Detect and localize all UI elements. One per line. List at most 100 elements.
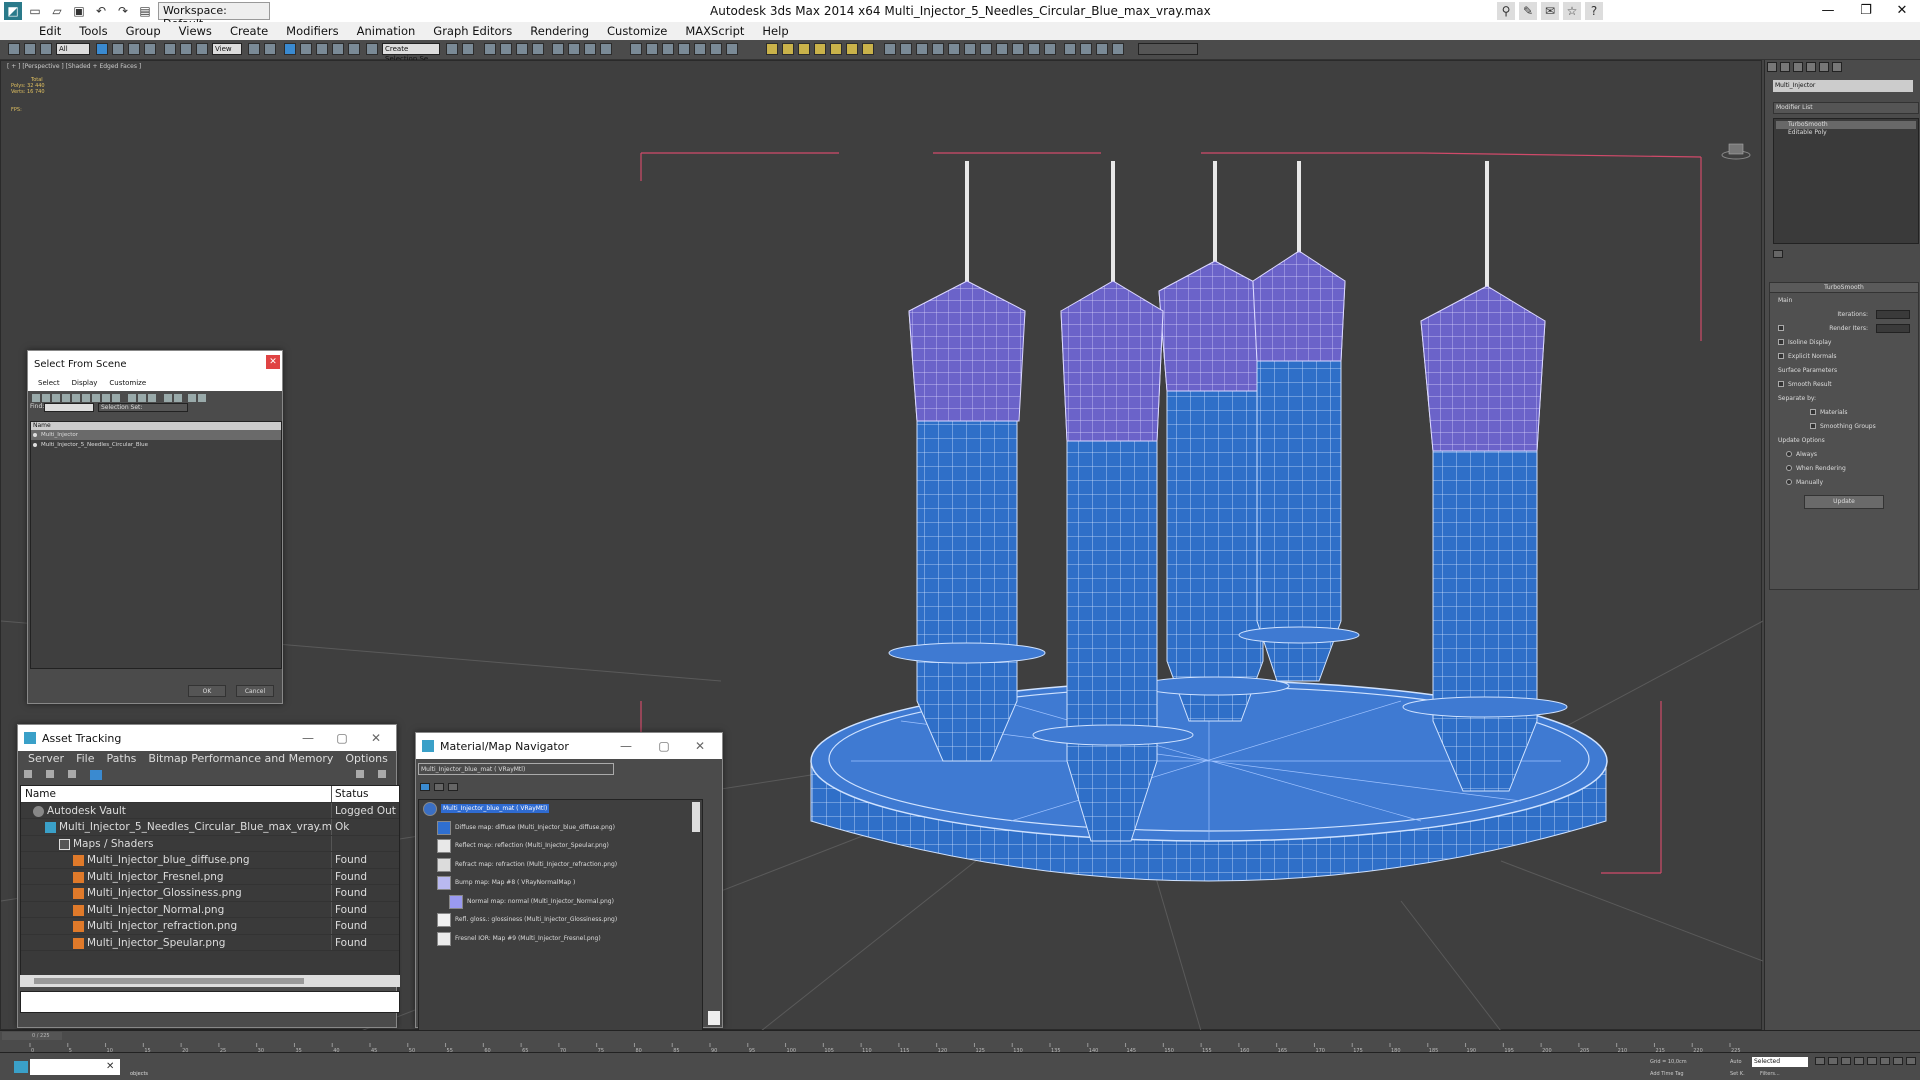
modifier-bend-icon[interactable] — [900, 43, 912, 55]
motion-tab-icon[interactable] — [1806, 62, 1816, 72]
materials-checkbox[interactable] — [1810, 409, 1816, 415]
maxscript-listener-icon[interactable] — [14, 1061, 28, 1073]
sort-icon[interactable] — [188, 394, 196, 402]
prev-frame-icon[interactable] — [1828, 1057, 1838, 1065]
toolbar-extra-field[interactable] — [1138, 43, 1198, 55]
rendered-frame-window-icon[interactable] — [584, 43, 596, 55]
smooth-result-checkbox[interactable] — [1778, 381, 1784, 387]
current-material-field[interactable]: Multi_Injector_blue_mat ( VRayMtl) — [418, 763, 614, 775]
menu-tools[interactable]: Tools — [70, 22, 116, 40]
view-large-icons-icon[interactable] — [448, 783, 458, 791]
listener-icon[interactable] — [1096, 43, 1108, 55]
stack-item-editable-poly[interactable]: Editable Poly — [1776, 129, 1916, 137]
display-icon[interactable] — [1028, 43, 1040, 55]
select-object-icon[interactable] — [96, 43, 108, 55]
menu-animation[interactable]: Animation — [348, 22, 425, 40]
settings-icon[interactable] — [378, 770, 386, 778]
display-children-icon[interactable] — [164, 394, 172, 402]
horizontal-scrollbar[interactable] — [20, 975, 400, 987]
table-row[interactable]: Multi_Injector_Normal.png Found — [21, 901, 399, 918]
minimize-button[interactable]: — — [1808, 0, 1848, 22]
named-selection-sets-dropdown[interactable]: Create Selection Se — [382, 43, 440, 63]
add-time-tag[interactable]: Add Time Tag — [1650, 1071, 1684, 1077]
pan-icon[interactable] — [1893, 1057, 1903, 1065]
find-case-icon[interactable] — [198, 394, 206, 402]
table-row[interactable]: Multi_Injector_Fresnel.png Found — [21, 868, 399, 885]
filter-bones-icon[interactable] — [112, 394, 120, 402]
app-logo-icon[interactable]: ◩ — [4, 2, 22, 20]
create-box-icon[interactable] — [766, 43, 778, 55]
modifier-ffd-icon[interactable] — [964, 43, 976, 55]
spinner-snap-icon[interactable] — [348, 43, 360, 55]
create-sphere-icon[interactable] — [782, 43, 794, 55]
table-row[interactable]: Autodesk Vault Logged Out (A — [21, 802, 399, 819]
percent-snap-icon[interactable] — [332, 43, 344, 55]
modifier-uvw-icon[interactable] — [996, 43, 1008, 55]
open-file-icon[interactable]: ▱ — [48, 2, 66, 20]
menu-graph-editors[interactable]: Graph Editors — [424, 22, 521, 40]
rollout-title[interactable]: TurboSmooth — [1770, 283, 1918, 293]
maximize-button[interactable]: ❐ — [1846, 0, 1886, 22]
modifier-list-dropdown[interactable]: Modifier List — [1773, 102, 1919, 114]
filter-groups-icon[interactable] — [92, 394, 100, 402]
path-field[interactable] — [20, 991, 400, 1013]
filter-helpers-icon[interactable] — [72, 394, 80, 402]
render-iters-spinner[interactable] — [1876, 323, 1910, 333]
curve-editor-icon[interactable] — [516, 43, 528, 55]
hierarchy-icon[interactable] — [1012, 43, 1024, 55]
list-item[interactable]: Multi_Injector_5_Needles_Circular_Blue — [31, 440, 281, 450]
list-item[interactable]: Multi_Injector — [31, 430, 281, 440]
create-tab-icon[interactable] — [1767, 62, 1777, 72]
at-menu-bitmap[interactable]: Bitmap Performance and Memory — [142, 751, 339, 767]
next-frame-icon[interactable] — [1854, 1057, 1864, 1065]
utilities-tab-icon[interactable] — [1832, 62, 1842, 72]
ok-button[interactable]: OK — [188, 685, 226, 697]
selection-set-dropdown[interactable]: Selection Set: — [98, 403, 188, 412]
manually-radio[interactable] — [1786, 479, 1792, 485]
cancel-button[interactable]: Cancel — [236, 685, 274, 697]
filter-all-icon[interactable] — [128, 394, 136, 402]
menu-group[interactable]: Group — [117, 22, 170, 40]
custom-tool-icon[interactable] — [1112, 43, 1124, 55]
at-menu-server[interactable]: Server — [22, 751, 70, 767]
at-menu-paths[interactable]: Paths — [101, 751, 143, 767]
tree-view-icon[interactable] — [68, 770, 76, 778]
list-item[interactable]: Bump map: Map #8 ( VRayNormalMap ) — [419, 874, 702, 893]
at-menu-file[interactable]: File — [70, 751, 100, 767]
pivot-icon[interactable] — [248, 43, 260, 55]
list-item[interactable]: Reflect map: reflection (Multi_Injector_… — [419, 837, 702, 856]
vray-frame-buffer-icon[interactable] — [678, 43, 690, 55]
filter-xrefs-icon[interactable] — [102, 394, 110, 402]
create-cone-icon[interactable] — [830, 43, 842, 55]
table-row[interactable]: Multi_Injector_Glossiness.png Found — [21, 885, 399, 902]
menu-edit[interactable]: Edit — [30, 22, 70, 40]
list-item[interactable]: Fresnel IOR: Map #9 (Multi_Injector_Fres… — [419, 930, 702, 949]
layer-manager-icon[interactable] — [484, 43, 496, 55]
asset-close-button[interactable]: ✕ — [358, 725, 394, 751]
list-item[interactable]: Normal map: normal (Multi_Injector_Norma… — [419, 893, 702, 912]
list-item[interactable]: Diffuse map: diffuse (Multi_Injector_blu… — [419, 819, 702, 838]
modifier-twist-icon[interactable] — [932, 43, 944, 55]
set-key-button[interactable]: Set K. — [1730, 1071, 1745, 1077]
menu-customize[interactable]: Customize — [598, 22, 676, 40]
region-select-icon[interactable] — [128, 43, 140, 55]
goto-end-icon[interactable] — [1867, 1057, 1877, 1065]
reference-coordinate-dropdown[interactable]: View — [212, 43, 242, 55]
modifier-taper-icon[interactable] — [916, 43, 928, 55]
filter-warps-icon[interactable] — [82, 394, 90, 402]
resize-grip[interactable] — [708, 1011, 720, 1025]
vray-sphere-icon[interactable] — [710, 43, 722, 55]
filter-geometry-icon[interactable] — [32, 394, 40, 402]
vray-camera-icon[interactable] — [662, 43, 674, 55]
refresh-icon[interactable] — [24, 770, 32, 778]
time-slider[interactable]: 0 / 225 — [2, 1032, 62, 1040]
create-cylinder-icon[interactable] — [798, 43, 810, 55]
asset-minimize-button[interactable]: — — [290, 725, 326, 751]
new-file-icon[interactable]: ▭ — [26, 2, 44, 20]
menu-views[interactable]: Views — [170, 22, 221, 40]
save-icon[interactable]: ▣ — [70, 2, 88, 20]
dialog-menu-customize[interactable]: Customize — [103, 377, 152, 391]
table-row[interactable]: Multi_Injector_Speular.png Found — [21, 934, 399, 951]
key-filters-button[interactable]: Filters... — [1760, 1071, 1780, 1077]
workspace-dropdown[interactable]: Workspace: Default — [158, 2, 270, 30]
